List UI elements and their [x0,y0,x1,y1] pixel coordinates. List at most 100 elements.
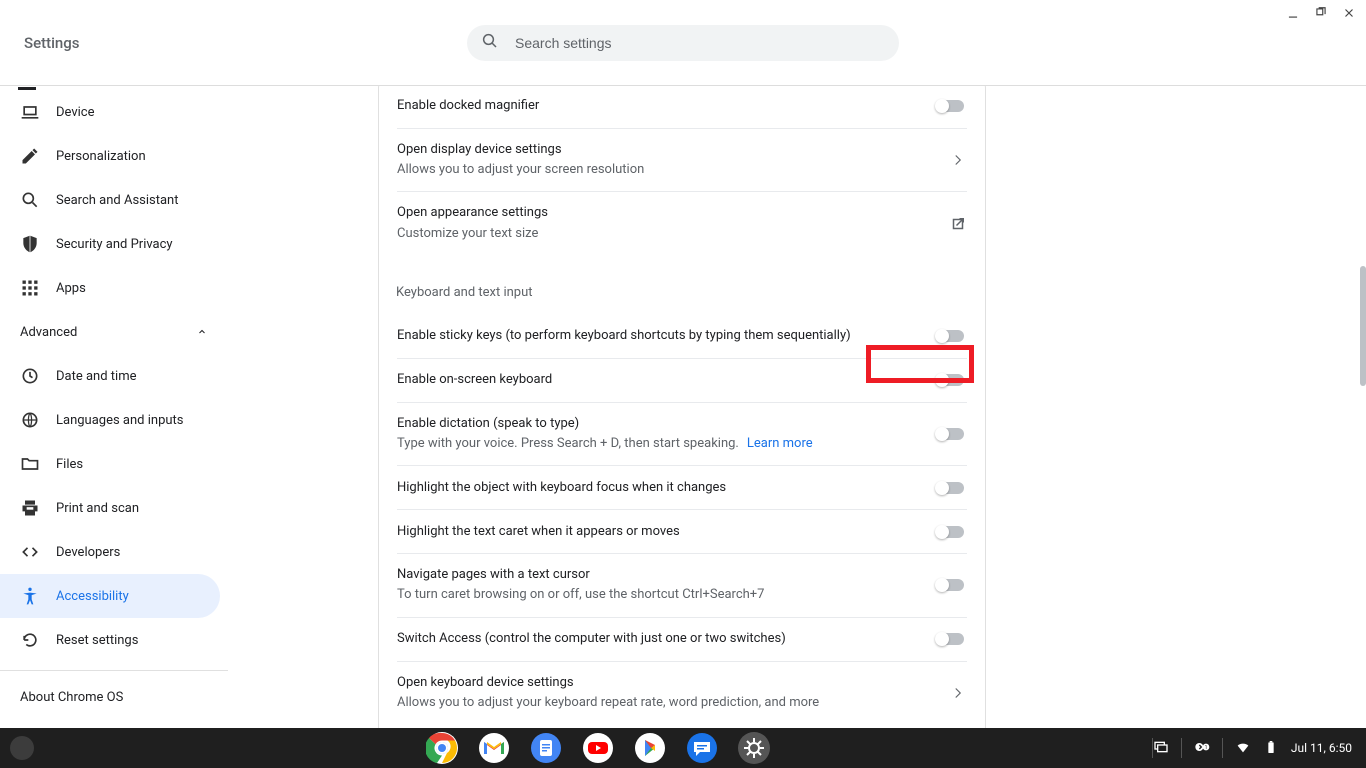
learn-more-link[interactable]: Learn more [747,436,813,451]
chevron-right-icon [949,151,967,169]
app-docs[interactable] [530,732,562,764]
sidebar-advanced-label: Advanced [20,325,77,340]
sidebar-item-reset[interactable]: Reset settings [0,618,228,662]
app-gmail[interactable] [478,732,510,764]
shield-icon [20,234,40,254]
sidebar-item-personalization[interactable]: Personalization [0,134,228,178]
close-button[interactable] [1342,6,1356,20]
search-input[interactable] [515,35,885,51]
toggle-caret-navigation[interactable] [935,578,967,592]
row-dictation[interactable]: Enable dictation (speak to type) Type wi… [397,402,967,465]
row-highlight-focus[interactable]: Highlight the object with keyboard focus… [397,465,967,509]
sidebar-item-label: Date and time [56,369,137,384]
sidebar-item-apps[interactable]: Apps [0,266,228,310]
chevron-right-icon [949,684,967,702]
row-keyboard-settings[interactable]: Open keyboard device settings Allows you… [397,661,967,724]
chevron-up-icon [196,326,208,338]
row-docked-magnifier[interactable]: Enable docked magnifier [397,86,967,128]
row-sublabel: Type with your voice. Press Search + D, … [397,435,915,453]
sidebar-item-accessibility[interactable]: Accessibility [0,574,220,618]
toggle-highlight-caret[interactable] [935,525,967,539]
accessibility-icon [20,586,40,606]
row-sublabel: Customize your text size [397,225,929,243]
sidebar-item-about[interactable]: About Chrome OS [0,675,228,719]
sidebar-item-label: Security and Privacy [56,237,173,252]
sidebar-item-label: Languages and inputs [56,413,184,428]
sidebar-item-label: Personalization [56,149,146,164]
app-youtube[interactable] [582,732,614,764]
row-label: Highlight the text caret when it appears… [397,523,915,541]
main-content: Enable docked magnifier Open display dev… [228,86,1366,768]
row-caret-navigation[interactable]: Navigate pages with a text cursor To tur… [397,553,967,616]
scrollbar[interactable] [1360,266,1366,386]
toggle-docked-magnifier[interactable] [935,99,967,113]
row-highlight-caret[interactable]: Highlight the text caret when it appears… [397,509,967,553]
row-label: Open keyboard device settings [397,674,929,692]
row-sublabel: To turn caret browsing on or off, use th… [397,586,915,604]
sidebar-item-search-assistant[interactable]: Search and Assistant [0,178,228,222]
sidebar-item-label: Reset settings [56,633,138,648]
sidebar-item-files[interactable]: Files [0,442,228,486]
row-switch-access[interactable]: Switch Access (control the computer with… [397,617,967,661]
row-onscreen-keyboard[interactable]: Enable on-screen keyboard [397,358,967,402]
shelf-separator [1181,738,1182,758]
sidebar-item-label: About Chrome OS [20,690,123,705]
row-display-settings[interactable]: Open display device settings Allows you … [397,128,967,191]
svg-text:1: 1 [1204,745,1207,751]
battery-icon [1263,739,1279,758]
app-settings[interactable] [738,732,770,764]
sidebar-advanced-toggle[interactable]: Advanced [0,310,228,354]
tray-notification-icon[interactable]: 1 [1194,739,1210,758]
toggle-sticky-keys[interactable] [935,329,967,343]
sidebar-item-label: Developers [56,545,120,560]
sidebar-item-developers[interactable]: Developers [0,530,228,574]
row-sticky-keys[interactable]: Enable sticky keys (to perform keyboard … [397,314,967,358]
app-play-store[interactable] [634,732,666,764]
sidebar: Device Personalization Search and Assist… [0,86,228,768]
row-sublabel: Allows you to adjust your keyboard repea… [397,694,929,712]
sidebar-item-device[interactable]: Device [0,90,228,134]
system-tray[interactable]: 1 Jul 11, 6:50 [1153,738,1366,758]
search-icon [481,32,499,54]
tray-clock: Jul 11, 6:50 [1291,741,1352,755]
sidebar-item-languages[interactable]: Languages and inputs [0,398,228,442]
reset-icon [20,630,40,650]
sidebar-item-print[interactable]: Print and scan [0,486,228,530]
page-title: Settings [24,34,80,52]
folder-icon [20,454,40,474]
settings-card: Enable docked magnifier Open display dev… [378,86,986,768]
row-label: Enable on-screen keyboard [397,371,915,389]
sidebar-item-label: Device [56,105,95,120]
launcher-button[interactable] [10,736,34,760]
toggle-onscreen-keyboard[interactable] [935,373,967,387]
sidebar-item-security[interactable]: Security and Privacy [0,222,228,266]
code-icon [20,542,40,562]
row-label: Highlight the object with keyboard focus… [397,479,915,497]
sidebar-item-label: Files [56,457,83,472]
row-label: Open display device settings [397,141,929,159]
external-link-icon [949,215,967,233]
toggle-switch-access[interactable] [935,632,967,646]
row-label: Open appearance settings [397,204,929,222]
apps-grid-icon [20,278,40,298]
sidebar-item-datetime[interactable]: Date and time [0,354,228,398]
toggle-dictation[interactable] [935,427,967,441]
sidebar-item-label: Accessibility [56,589,129,604]
printer-icon [20,498,40,518]
row-label: Enable docked magnifier [397,97,915,115]
app-messages[interactable] [686,732,718,764]
search-icon [20,190,40,210]
minimize-button[interactable] [1286,6,1300,20]
row-sublabel: Allows you to adjust your screen resolut… [397,161,929,179]
shelf-separator [1222,738,1223,758]
toggle-highlight-focus[interactable] [935,481,967,495]
app-chrome[interactable] [426,732,458,764]
tray-overview-icon[interactable] [1153,739,1169,758]
row-label: Enable sticky keys (to perform keyboard … [397,327,915,345]
row-label: Enable dictation (speak to type) [397,415,915,433]
maximize-button[interactable] [1314,6,1328,20]
search-box[interactable] [467,25,899,61]
row-appearance-settings[interactable]: Open appearance settings Customize your … [397,191,967,254]
globe-icon [20,410,40,430]
sidebar-item-label: Apps [56,281,86,296]
